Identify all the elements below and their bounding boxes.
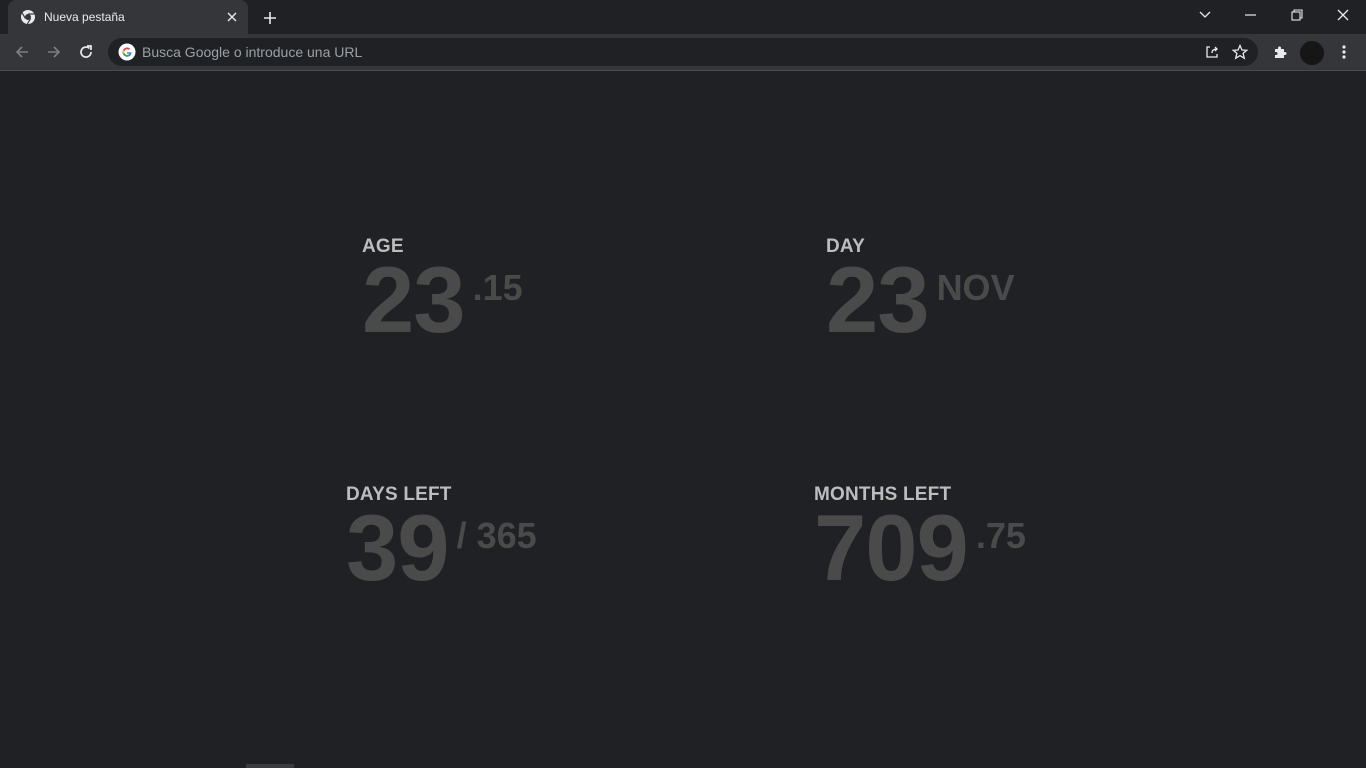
stat-value: 39 [346, 495, 450, 600]
new-tab-page: AGE 23 .15 DAY 23 NOV DAYS LEFT 39 / 365… [0, 71, 1366, 768]
browser-toolbar [0, 34, 1366, 71]
stat-suffix: .15 [472, 267, 523, 308]
scroll-indicator [246, 764, 294, 768]
tab-new-tab[interactable]: Nueva pestaña [8, 0, 248, 34]
chrome-icon [20, 9, 36, 25]
restore-icon[interactable] [1274, 0, 1320, 30]
kebab-icon[interactable] [1330, 38, 1358, 66]
star-icon[interactable] [1226, 38, 1254, 66]
share-icon[interactable] [1198, 38, 1226, 66]
stat-value: 709 [814, 495, 969, 600]
stat-value: 23 [826, 247, 930, 352]
avatar[interactable] [1300, 41, 1324, 65]
tab-title: Nueva pestaña [44, 10, 125, 24]
close-icon[interactable] [222, 7, 242, 27]
stat-value: 23 [362, 247, 466, 352]
stat-days-left: DAYS LEFT 39 / 365 [346, 484, 537, 600]
stat-day: DAY 23 NOV [826, 236, 1015, 352]
reload-icon[interactable] [72, 38, 100, 66]
window-close-icon[interactable] [1320, 0, 1366, 30]
chevron-down-icon[interactable] [1182, 0, 1228, 30]
arrow-left-icon[interactable] [8, 38, 36, 66]
stat-suffix: NOV [936, 267, 1015, 308]
omnibox[interactable] [108, 38, 1258, 66]
plus-icon[interactable] [258, 6, 282, 30]
stat-age: AGE 23 .15 [362, 236, 523, 352]
tab-strip: Nueva pestaña [0, 0, 1366, 34]
omnibox-input[interactable] [142, 44, 1198, 60]
minimize-icon[interactable] [1228, 0, 1274, 30]
stat-months-left: MONTHS LEFT 709 .75 [814, 484, 1026, 600]
arrow-right-icon[interactable] [40, 38, 68, 66]
google-icon [118, 43, 136, 61]
puzzle-icon[interactable] [1266, 38, 1294, 66]
stat-suffix: / 365 [456, 515, 537, 556]
stat-suffix: .75 [975, 515, 1026, 556]
